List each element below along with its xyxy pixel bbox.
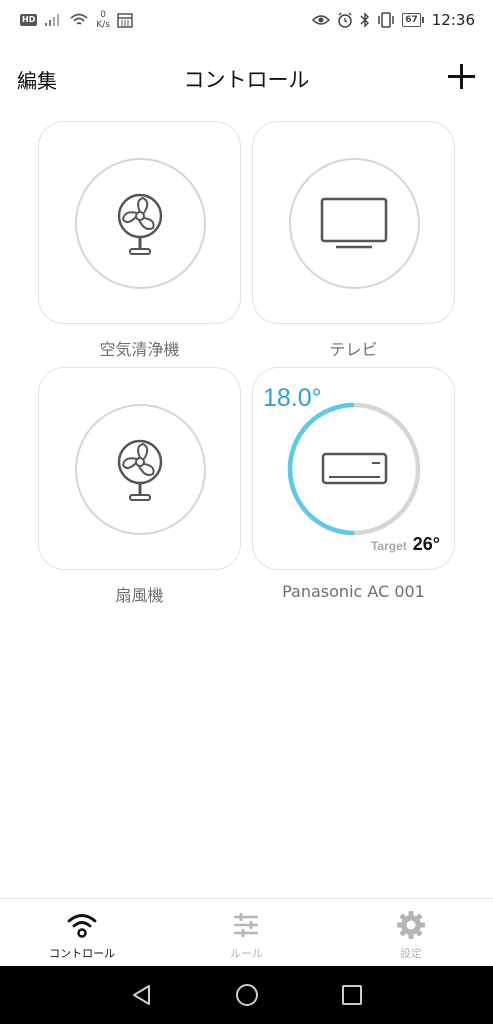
device-icon-ring: [75, 158, 206, 289]
wifi-icon: [67, 914, 97, 938]
status-left: HD 0 K/s: [20, 10, 133, 30]
device-label: Panasonic AC 001: [282, 582, 425, 601]
nav-item-settings[interactable]: 設定: [329, 899, 493, 966]
page-title: コントロール: [183, 68, 310, 92]
target-temperature: Target 26°: [371, 534, 440, 555]
alarm-icon: [338, 12, 352, 28]
nav-label: ルール: [229, 947, 263, 960]
vibrate-icon: [378, 12, 394, 28]
nav-label: 設定: [399, 947, 422, 960]
gear-icon: [396, 911, 425, 939]
device-tile-fan[interactable]: [38, 367, 241, 570]
hd-badge: HD: [20, 14, 38, 26]
bottom-nav: コントロール ルール 設定: [0, 898, 493, 966]
signal-icon: [45, 14, 60, 26]
nav-item-rules[interactable]: ルール: [164, 899, 328, 966]
calendar-icon: [117, 13, 133, 28]
nav-label: コントロール: [49, 947, 116, 960]
current-temperature: 18.0°: [263, 384, 322, 412]
status-right: 67 12:36: [312, 11, 475, 29]
clock: 12:36: [431, 11, 475, 29]
device-label: 空気清浄機: [99, 340, 180, 359]
target-label: Target: [370, 539, 407, 553]
device-label: テレビ: [329, 340, 378, 359]
back-icon[interactable]: [130, 983, 154, 1007]
device-icon-ring: [289, 158, 420, 289]
device-tile-air-purifier[interactable]: [38, 121, 241, 324]
tv-icon: [320, 197, 388, 249]
wifi-status-icon: [70, 13, 88, 25]
recents-icon[interactable]: [341, 984, 363, 1006]
air-conditioner-icon: [321, 452, 388, 485]
nav-item-control[interactable]: コントロール: [0, 899, 164, 966]
battery-indicator: 67: [402, 13, 424, 27]
device-icon-ring: [75, 404, 206, 535]
bluetooth-icon: [360, 12, 370, 28]
home-icon[interactable]: [234, 982, 260, 1008]
add-icon[interactable]: [445, 60, 477, 92]
device-tile-tv[interactable]: [252, 121, 455, 324]
target-value: 26°: [412, 534, 440, 554]
sliders-icon: [234, 913, 259, 937]
network-speed: 0 K/s: [96, 10, 110, 30]
system-nav-bar: [0, 966, 493, 1024]
device-tile-air-conditioner[interactable]: 18.0° Target 26°: [252, 367, 455, 570]
app-header: 編集 コントロール: [0, 48, 493, 108]
status-bar: HD 0 K/s 67 12:36: [0, 0, 493, 40]
device-label: 扇風機: [115, 586, 164, 605]
fan-icon: [117, 193, 163, 255]
eye-icon: [312, 15, 331, 25]
fan-icon: [117, 439, 163, 501]
